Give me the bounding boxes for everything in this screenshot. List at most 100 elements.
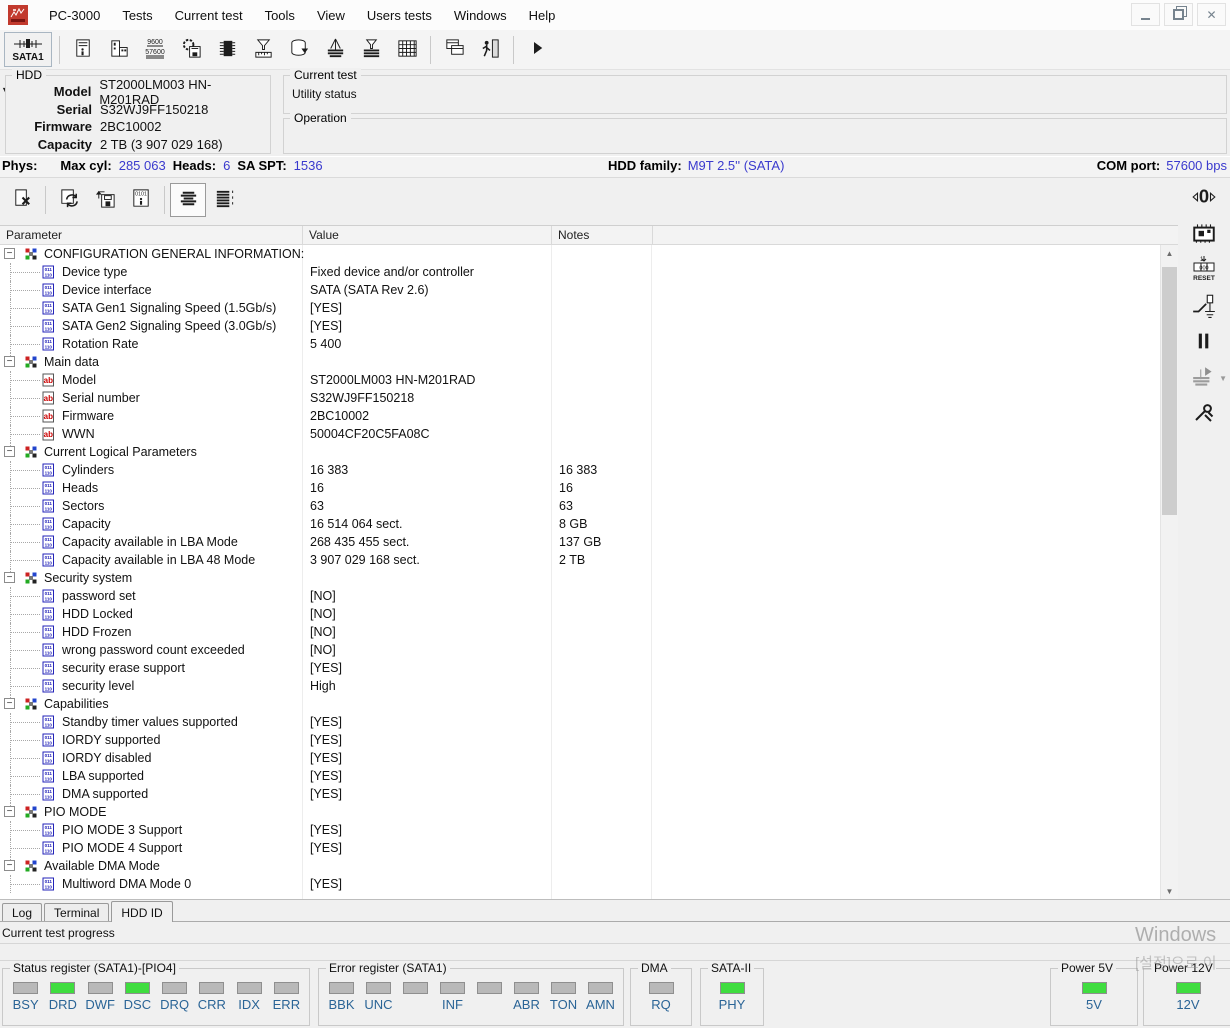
toolbar-button-utility-settings[interactable] (173, 33, 209, 67)
toolbar-button-controller-board[interactable] (1183, 216, 1225, 252)
scroll-up-button[interactable]: ▲ (1161, 245, 1178, 262)
menu-windows[interactable]: Windows (443, 3, 518, 28)
collapse-toggle[interactable]: − (4, 806, 15, 817)
tree-item-row[interactable]: 011110Capacity available in LBA 48 Mode3… (0, 551, 1161, 569)
tab-terminal[interactable]: Terminal (44, 903, 109, 921)
tree-item-row[interactable]: 011110PIO MODE 4 Support[YES] (0, 839, 1161, 857)
column-header-notes[interactable]: Notes (552, 226, 653, 244)
tree-item-row[interactable]: 011110Capacity16 514 064 sect.8 GB (0, 515, 1161, 533)
toolbar-button-power-switch[interactable] (1183, 288, 1225, 324)
toolbar-button-exit-utility[interactable] (472, 33, 508, 67)
toolbar-button-drive-resources[interactable] (101, 33, 137, 67)
toolbar-button-view-full[interactable] (206, 183, 242, 217)
toolbar-button-database[interactable] (281, 33, 317, 67)
minimize-button[interactable] (1131, 3, 1160, 26)
tree-group-row[interactable]: −Current Logical Parameters (0, 443, 1161, 461)
tree-item-row[interactable]: 011110Sectors6363 (0, 497, 1161, 515)
toolbar-button-view-brief[interactable] (170, 183, 206, 217)
collapse-toggle[interactable]: − (4, 860, 15, 871)
tree-item-row[interactable]: 011110Device typeFixed device and/or con… (0, 263, 1161, 281)
tree-line (11, 848, 40, 849)
tree-item-row[interactable]: 011110security levelHigh (0, 677, 1161, 695)
menu-users-tests[interactable]: Users tests (356, 3, 443, 28)
toolbar-button-port-speed[interactable]: 960057600 (137, 33, 173, 67)
toolbar-button-utility-start[interactable] (317, 33, 353, 67)
toolbar-button-run-test[interactable] (519, 33, 555, 67)
toolbar-button-utility-report[interactable] (65, 33, 101, 67)
collapse-toggle[interactable]: − (4, 248, 15, 259)
tree-item-row[interactable]: 011110IORDY disabled[YES] (0, 749, 1161, 767)
tree-item-row[interactable]: 011110Device interfaceSATA (SATA Rev 2.6… (0, 281, 1161, 299)
tree-item-row[interactable]: 011110DMA supported[YES] (0, 785, 1161, 803)
tree-item-row[interactable]: 011110PIO MODE 3 Support[YES] (0, 821, 1161, 839)
menu-tools[interactable]: Tools (254, 3, 306, 28)
menu-tests[interactable]: Tests (111, 3, 163, 28)
scrollbar-thumb[interactable] (1162, 267, 1177, 515)
tree-item-row[interactable]: 011110HDD Frozen[NO] (0, 623, 1161, 641)
soft-start-dropdown-arrow[interactable]: ▼ (1219, 374, 1227, 383)
toolbar-button-windows-cascade[interactable] (436, 33, 472, 67)
toolbar-separator (513, 36, 514, 64)
toolbar-button-save-id[interactable] (87, 183, 123, 217)
tree-group-row[interactable]: −CONFIGURATION GENERAL INFORMATION: (0, 245, 1161, 263)
menu-pc-3000[interactable]: PC-3000 (38, 3, 111, 28)
svg-text:011: 011 (45, 591, 53, 596)
tree-group-row[interactable]: −Capabilities (0, 695, 1161, 713)
toolbar-button-test-filter[interactable] (353, 33, 389, 67)
tree-group-row[interactable]: −Available DMA Mode (0, 857, 1161, 875)
tree-item-row[interactable]: 011110SATA Gen2 Signaling Speed (3.0Gb/s… (0, 317, 1161, 335)
restore-button[interactable] (1164, 3, 1193, 26)
toolbar-button-soft-start[interactable]: ▼ (1183, 360, 1225, 396)
toolbar-button-reread-id[interactable] (51, 183, 87, 217)
menu-help[interactable]: Help (518, 3, 567, 28)
svg-text:011: 011 (45, 843, 53, 848)
tree-item-row[interactable]: 011110password set[NO] (0, 587, 1161, 605)
tree-item-row[interactable]: 011110Standby timer values supported[YES… (0, 713, 1161, 731)
tree-group-row[interactable]: −Main data (0, 353, 1161, 371)
collapse-toggle[interactable]: − (4, 356, 15, 367)
tree-item-row[interactable]: 011110IORDY supported[YES] (0, 731, 1161, 749)
tree-group-row[interactable]: −PIO MODE (0, 803, 1161, 821)
tab-hdd-id[interactable]: HDD ID (111, 901, 172, 922)
tree-item-row[interactable]: abSerial numberS32WJ9FF150218 (0, 389, 1161, 407)
toolbar-button-clear-id[interactable] (4, 183, 40, 217)
tree-item-row[interactable]: 011110Heads1616 (0, 479, 1161, 497)
collapse-toggle[interactable]: − (4, 446, 15, 457)
tree-item-row[interactable]: 011110Multiword DMA Mode 0[YES] (0, 875, 1161, 893)
column-header-value[interactable]: Value (303, 226, 552, 244)
toolbar-button-data-grid[interactable] (389, 33, 425, 67)
tree-item-row[interactable]: abWWN50004CF20C5FA08C (0, 425, 1161, 443)
toolbar-button-reset-hdd[interactable]: 1000RESET (1183, 252, 1225, 288)
tree-item-row[interactable]: 011110HDD Locked[NO] (0, 605, 1161, 623)
tree-item-row[interactable]: abFirmware2BC10002 (0, 407, 1161, 425)
toolbar-button-pause[interactable] (1183, 324, 1225, 360)
hdd-fields: ModelST2000LM003 HN-M201RADSerialS32WJ9F… (6, 76, 270, 153)
tree-item-row[interactable]: 011110wrong password count exceeded[NO] (0, 641, 1161, 659)
collapse-toggle[interactable]: − (4, 698, 15, 709)
scroll-down-button[interactable]: ▼ (1161, 883, 1178, 900)
collapse-toggle[interactable]: − (4, 572, 15, 583)
toolbar-button-recalibrate-zero[interactable]: 0 (1183, 180, 1225, 216)
tree-item-row[interactable]: 011110security erase support[YES] (0, 659, 1161, 677)
tab-log[interactable]: Log (2, 903, 42, 921)
tree-item-row[interactable]: abModelST2000LM003 HN-M201RAD (0, 371, 1161, 389)
port-select-button[interactable]: SATA1 (4, 32, 52, 67)
vertical-scrollbar[interactable]: ▲ ▼ (1160, 245, 1178, 900)
toolbar-button-chip-test[interactable] (209, 33, 245, 67)
com-port-value: 57600 bps (1166, 158, 1227, 173)
tree-item-row[interactable]: 011110SATA Gen1 Signaling Speed (1.5Gb/s… (0, 299, 1161, 317)
menu-current-test[interactable]: Current test (164, 3, 254, 28)
param-value: 50004CF20C5FA08C (310, 427, 430, 441)
column-header-parameter[interactable]: Parameter (0, 226, 303, 244)
toolbar-button-test-select[interactable] (245, 33, 281, 67)
close-button[interactable] (1197, 3, 1226, 26)
toolbar-button-tools[interactable] (1183, 396, 1225, 432)
tree-item-row[interactable]: 011110Rotation Rate5 400 (0, 335, 1161, 353)
tree-group-row[interactable]: −Security system (0, 569, 1161, 587)
tree-item-row[interactable]: 011110LBA supported[YES] (0, 767, 1161, 785)
toolbar-button-passport[interactable]: 0101 (123, 183, 159, 217)
tree-item-row[interactable]: 011110Capacity available in LBA Mode268 … (0, 533, 1161, 551)
svg-text:ab: ab (44, 394, 53, 403)
tree-item-row[interactable]: 011110Cylinders16 38316 383 (0, 461, 1161, 479)
menu-view[interactable]: View (306, 3, 356, 28)
